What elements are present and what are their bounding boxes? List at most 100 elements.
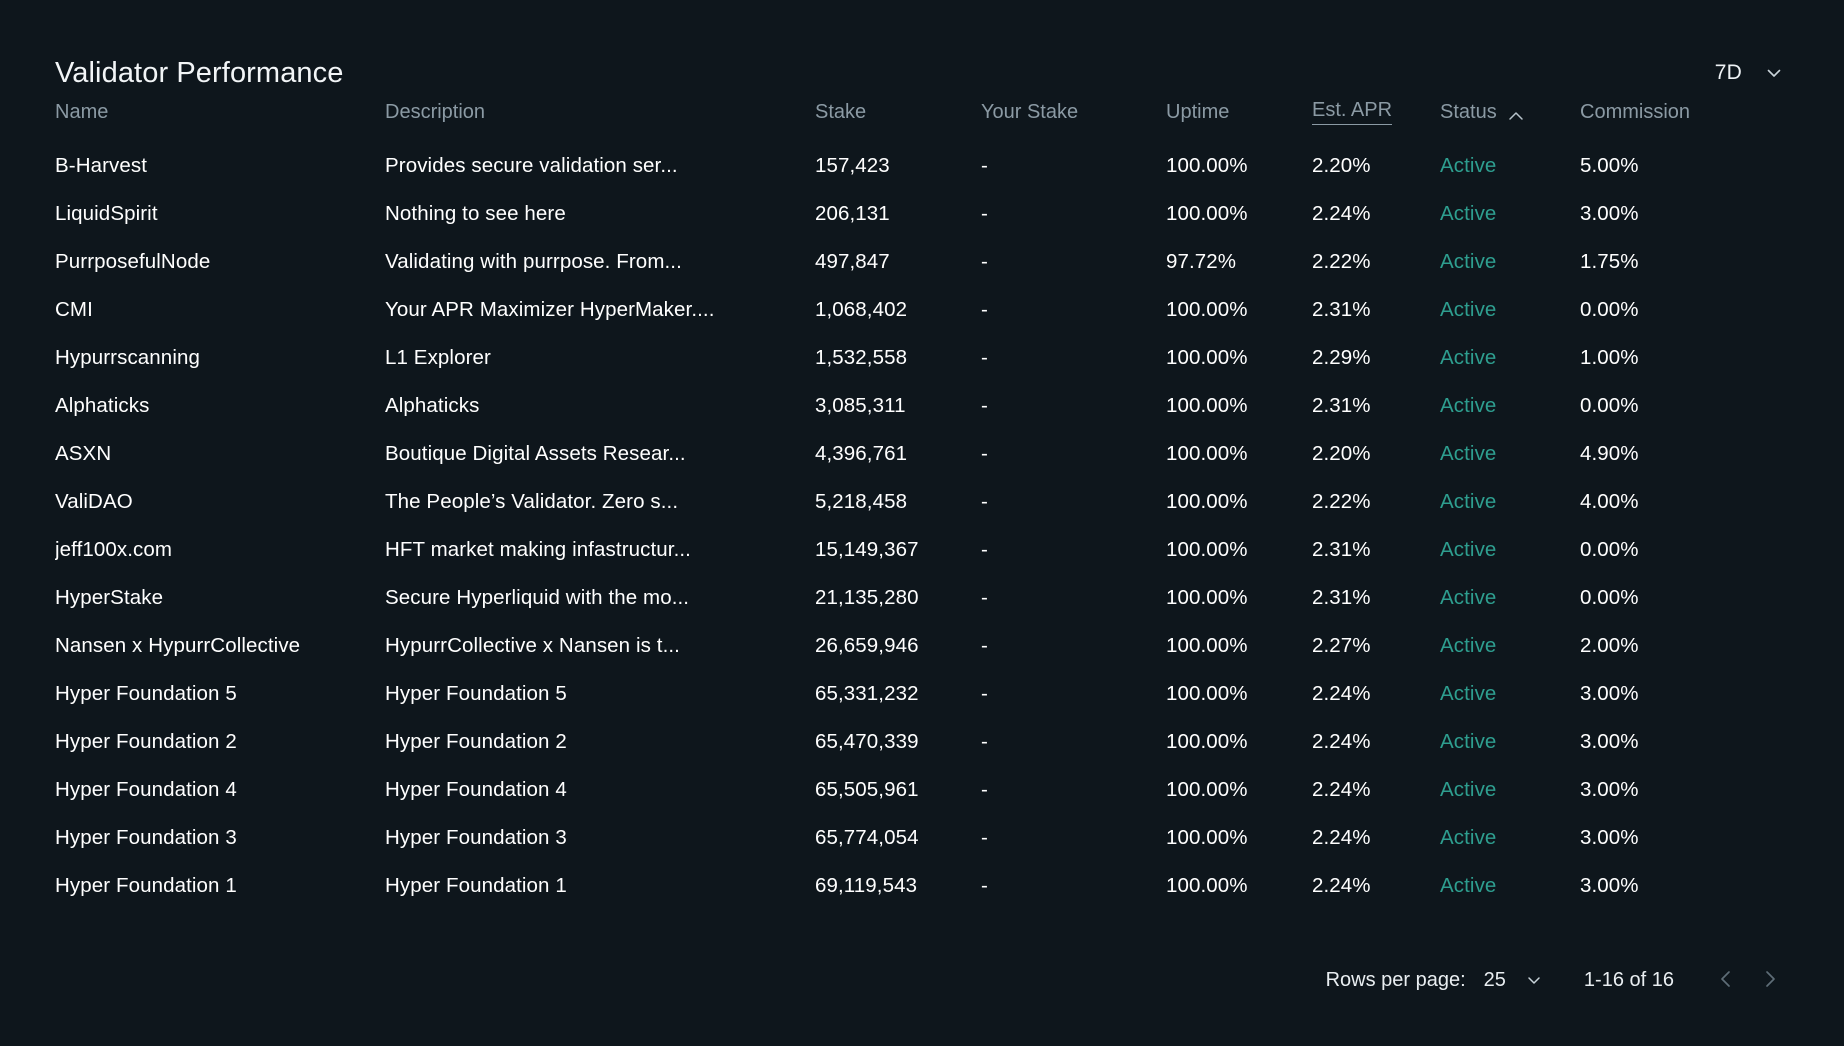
table-row[interactable]: CMIYour APR Maximizer HyperMaker....1,06… [55,286,1790,334]
cell-status: Active [1440,142,1580,190]
table-header-row: Name Description Stake Your Stake Uptime [55,96,1790,142]
validator-performance-card: Validator Performance 7D Name [0,0,1844,1046]
table-row[interactable]: Hyper Foundation 2Hyper Foundation 265,4… [55,718,1790,766]
column-header-description[interactable]: Description [385,96,815,142]
cell-est-apr: 2.24% [1312,814,1440,862]
column-header-status[interactable]: Status [1440,96,1580,142]
table-row[interactable]: AlphaticksAlphaticks3,085,311-100.00%2.3… [55,382,1790,430]
page-title: Validator Performance [55,59,343,88]
rows-per-page-label: Rows per page: [1326,969,1466,992]
table-row[interactable]: Hyper Foundation 5Hyper Foundation 565,3… [55,670,1790,718]
column-header-description-label: Description [385,101,485,124]
cell-status: Active [1440,334,1580,382]
rows-per-page-value: 25 [1484,969,1506,992]
chevron-down-icon [1764,63,1784,83]
cell-stake: 206,131 [815,190,981,238]
time-range-value: 7D [1715,61,1742,85]
cell-uptime: 100.00% [1166,670,1312,718]
table-row[interactable]: Hyper Foundation 4Hyper Foundation 465,5… [55,766,1790,814]
table-row[interactable]: Hyper Foundation 1Hyper Foundation 169,1… [55,862,1790,910]
cell-stake: 1,068,402 [815,286,981,334]
table-row[interactable]: PurrposefulNodeValidating with purrpose.… [55,238,1790,286]
cell-your-stake: - [981,574,1166,622]
cell-uptime: 100.00% [1166,622,1312,670]
table-row[interactable]: HyperStakeSecure Hyperliquid with the mo… [55,574,1790,622]
cell-commission: 0.00% [1580,286,1790,334]
table-row[interactable]: jeff100x.comHFT market making infastruct… [55,526,1790,574]
column-header-uptime-label: Uptime [1166,101,1229,124]
cell-uptime: 100.00% [1166,526,1312,574]
cell-est-apr: 2.24% [1312,718,1440,766]
cell-est-apr: 2.27% [1312,622,1440,670]
cell-stake: 21,135,280 [815,574,981,622]
cell-stake: 497,847 [815,238,981,286]
next-page-button[interactable] [1748,958,1792,1002]
cell-commission: 0.00% [1580,382,1790,430]
column-header-uptime[interactable]: Uptime [1166,96,1312,142]
rows-per-page-select[interactable]: 25 [1484,969,1544,992]
table-row[interactable]: ASXNBoutique Digital Assets Resear...4,3… [55,430,1790,478]
column-header-est-apr-label: Est. APR [1312,99,1392,125]
column-header-status-label: Status [1440,101,1497,124]
cell-name: HyperStake [55,574,385,622]
cell-est-apr: 2.24% [1312,190,1440,238]
cell-uptime: 97.72% [1166,238,1312,286]
cell-commission: 3.00% [1580,190,1790,238]
column-header-name[interactable]: Name [55,96,385,142]
cell-uptime: 100.00% [1166,334,1312,382]
cell-commission: 4.00% [1580,478,1790,526]
cell-status: Active [1440,862,1580,910]
cell-stake: 65,774,054 [815,814,981,862]
cell-name: jeff100x.com [55,526,385,574]
cell-your-stake: - [981,430,1166,478]
table-row[interactable]: Hyper Foundation 3Hyper Foundation 365,7… [55,814,1790,862]
cell-uptime: 100.00% [1166,190,1312,238]
cell-your-stake: - [981,670,1166,718]
cell-name: Nansen x HypurrCollective [55,622,385,670]
column-header-your-stake[interactable]: Your Stake [981,96,1166,142]
column-header-name-label: Name [55,101,108,124]
cell-name: CMI [55,286,385,334]
cell-uptime: 100.00% [1166,430,1312,478]
chevron-right-icon [1759,968,1781,993]
table-row[interactable]: B-HarvestProvides secure validation ser.… [55,142,1790,190]
cell-est-apr: 2.31% [1312,526,1440,574]
column-header-est-apr[interactable]: Est. APR [1312,96,1440,142]
previous-page-button[interactable] [1704,958,1748,1002]
table-row[interactable]: LiquidSpiritNothing to see here206,131-1… [55,190,1790,238]
cell-stake: 26,659,946 [815,622,981,670]
cell-description: The People’s Validator. Zero s... [385,478,815,526]
table-row[interactable]: ValiDAOThe People’s Validator. Zero s...… [55,478,1790,526]
cell-your-stake: - [981,622,1166,670]
cell-est-apr: 2.22% [1312,238,1440,286]
pagination-bar: Rows per page: 25 1-16 of 16 [1326,958,1792,1002]
table-row[interactable]: HypurrscanningL1 Explorer1,532,558-100.0… [55,334,1790,382]
cell-est-apr: 2.24% [1312,670,1440,718]
cell-name: Hyper Foundation 4 [55,766,385,814]
cell-name: ASXN [55,430,385,478]
cell-commission: 3.00% [1580,718,1790,766]
cell-description: Alphaticks [385,382,815,430]
cell-uptime: 100.00% [1166,814,1312,862]
cell-commission: 3.00% [1580,766,1790,814]
cell-est-apr: 2.20% [1312,430,1440,478]
cell-name: ValiDAO [55,478,385,526]
time-range-selector[interactable]: 7D [1709,57,1790,89]
table-row[interactable]: Nansen x HypurrCollectiveHypurrCollectiv… [55,622,1790,670]
cell-description: Hyper Foundation 2 [385,718,815,766]
table-body: B-HarvestProvides secure validation ser.… [55,142,1790,910]
cell-stake: 65,505,961 [815,766,981,814]
pagination-range: 1-16 of 16 [1584,969,1674,992]
cell-name: PurrposefulNode [55,238,385,286]
chevron-left-icon [1715,968,1737,993]
cell-status: Active [1440,478,1580,526]
column-header-commission[interactable]: Commission [1580,96,1790,142]
cell-est-apr: 2.22% [1312,478,1440,526]
cell-description: Provides secure validation ser... [385,142,815,190]
cell-commission: 3.00% [1580,814,1790,862]
cell-your-stake: - [981,142,1166,190]
column-header-stake-label: Stake [815,101,866,124]
cell-est-apr: 2.24% [1312,862,1440,910]
column-header-stake[interactable]: Stake [815,96,981,142]
cell-est-apr: 2.31% [1312,382,1440,430]
